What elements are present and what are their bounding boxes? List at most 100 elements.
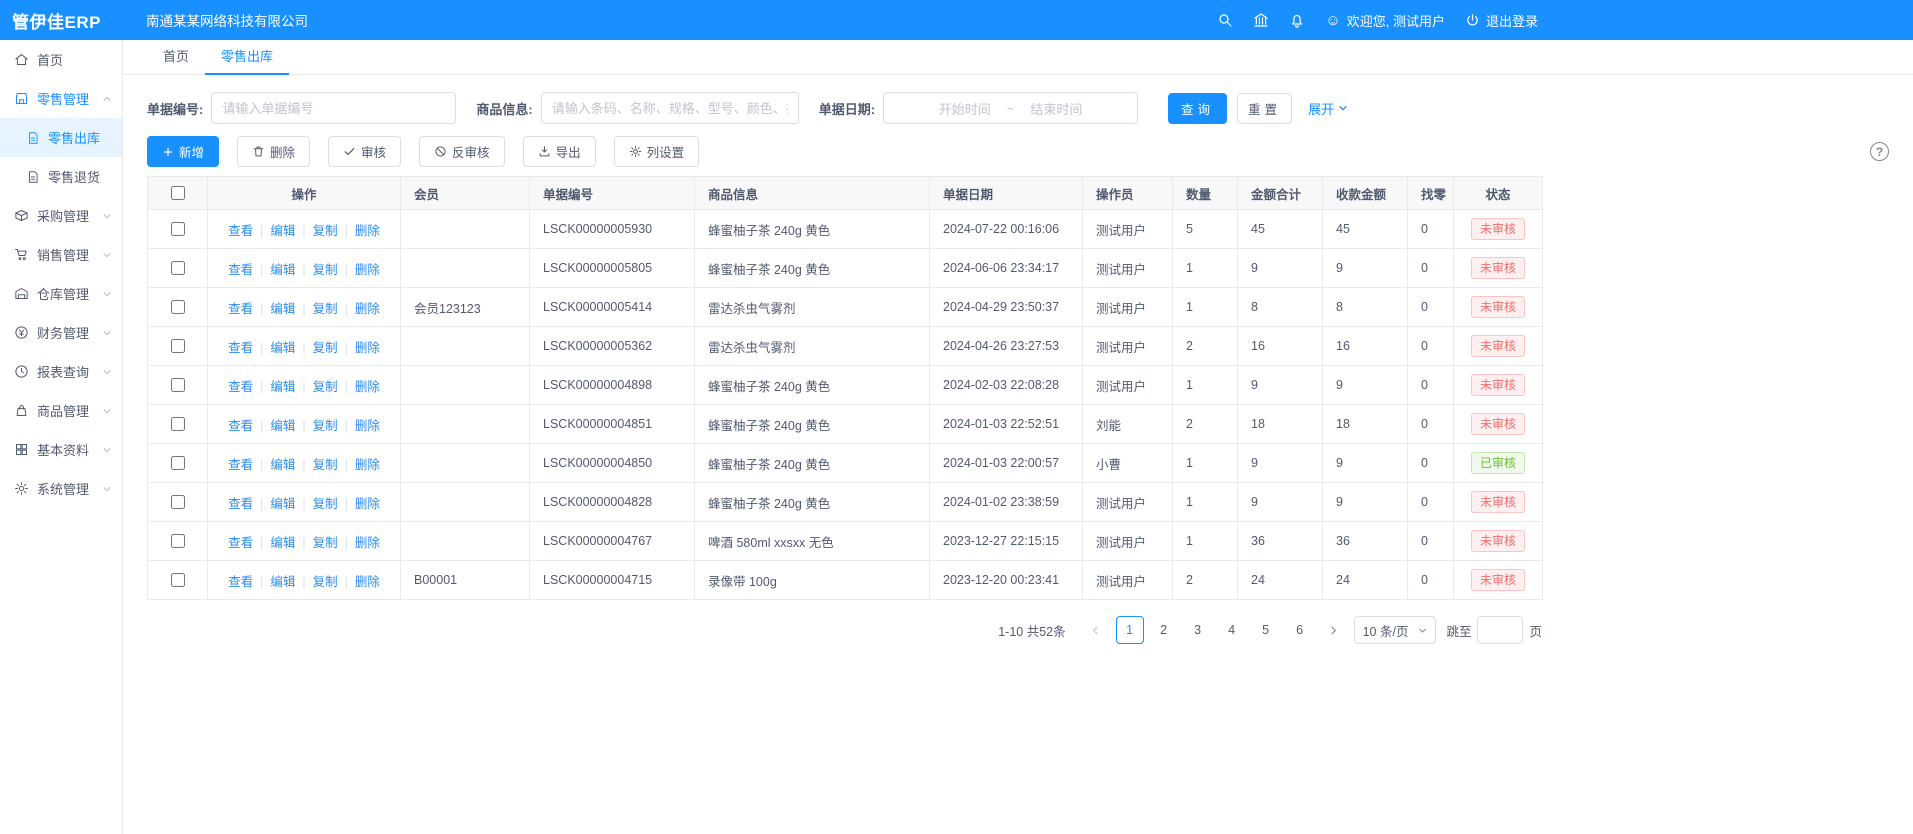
row-action-delete[interactable]: 删除 (355, 458, 380, 472)
row-action-delete[interactable]: 删除 (355, 419, 380, 433)
row-action-delete[interactable]: 删除 (355, 263, 380, 277)
row-action-edit[interactable]: 编辑 (270, 497, 295, 511)
row-checkbox[interactable] (171, 261, 185, 275)
search-icon[interactable] (1217, 12, 1233, 28)
sidebar-item-retail-out[interactable]: 零售出库 (0, 118, 122, 157)
row-action-view[interactable]: 查看 (228, 380, 253, 394)
power-icon (1465, 13, 1480, 28)
row-action-copy[interactable]: 复制 (313, 224, 338, 238)
row-action-edit[interactable]: 编辑 (270, 458, 295, 472)
row-action-edit[interactable]: 编辑 (270, 263, 295, 277)
page-button-4[interactable]: 4 (1218, 616, 1246, 644)
row-checkbox[interactable] (171, 300, 185, 314)
date-range-picker[interactable]: 开始时间 ~ 结束时间 (883, 92, 1138, 124)
row-action-edit[interactable]: 编辑 (270, 536, 295, 550)
row-action-copy[interactable]: 复制 (313, 263, 338, 277)
row-action-view[interactable]: 查看 (228, 263, 253, 277)
row-checkbox[interactable] (171, 222, 185, 236)
sidebar-item-retail-return[interactable]: 零售退货 (0, 157, 122, 196)
bill-no-input[interactable] (211, 92, 456, 124)
sidebar-item-sales[interactable]: 销售管理 (0, 235, 122, 274)
add-button[interactable]: 新增 (147, 136, 219, 167)
sidebar-item-report[interactable]: 报表查询 (0, 352, 122, 391)
row-checkbox[interactable] (171, 534, 185, 548)
product-info-input[interactable] (541, 92, 799, 124)
sidebar-item-finance[interactable]: 财务管理 (0, 313, 122, 352)
column-settings-button[interactable]: 列设置 (614, 136, 700, 167)
page-button-6[interactable]: 6 (1286, 616, 1314, 644)
row-action-edit[interactable]: 编辑 (270, 224, 295, 238)
export-button[interactable]: 导出 (523, 136, 596, 167)
row-action-view[interactable]: 查看 (228, 419, 253, 433)
row-action-edit[interactable]: 编辑 (270, 380, 295, 394)
row-action-view[interactable]: 查看 (228, 575, 253, 589)
row-action-delete[interactable]: 删除 (355, 536, 380, 550)
page-button-1[interactable]: 1 (1116, 616, 1144, 644)
cell-bill-no: LSCK00000004851 (530, 405, 695, 444)
row-checkbox[interactable] (171, 417, 185, 431)
row-action-view[interactable]: 查看 (228, 536, 253, 550)
expand-link[interactable]: 展开 (1308, 99, 1348, 118)
sidebar-item-label: 零售出库 (48, 128, 100, 147)
row-action-view[interactable]: 查看 (228, 302, 253, 316)
sidebar-item-goods[interactable]: 商品管理 (0, 391, 122, 430)
row-action-delete[interactable]: 删除 (355, 341, 380, 355)
row-action-delete[interactable]: 删除 (355, 380, 380, 394)
row-action-copy[interactable]: 复制 (313, 341, 338, 355)
grid-icon (14, 442, 29, 457)
row-checkbox[interactable] (171, 456, 185, 470)
sidebar-item-retail[interactable]: 零售管理 (0, 79, 122, 118)
cell-operator: 测试用户 (1083, 522, 1173, 561)
row-action-view[interactable]: 查看 (228, 341, 253, 355)
row-action-copy[interactable]: 复制 (313, 536, 338, 550)
jump-input[interactable] (1477, 616, 1523, 644)
next-page-button[interactable] (1320, 616, 1348, 644)
row-action-view[interactable]: 查看 (228, 458, 253, 472)
reset-button[interactable]: 重置 (1237, 93, 1292, 124)
search-button[interactable]: 查询 (1168, 93, 1227, 124)
sidebar-item-basic[interactable]: 基本资料 (0, 430, 122, 469)
audit-button[interactable]: 审核 (328, 136, 401, 167)
row-checkbox[interactable] (171, 495, 185, 509)
page-size-select[interactable]: 10 条/页 (1354, 616, 1437, 644)
unaudit-button[interactable]: 反审核 (419, 136, 505, 167)
cell-bill-no: LSCK00000004850 (530, 444, 695, 483)
sidebar-item-purchase[interactable]: 采购管理 (0, 196, 122, 235)
logout-button[interactable]: 退出登录 (1465, 11, 1538, 30)
tab-retail-out[interactable]: 零售出库 (205, 40, 289, 75)
row-action-copy[interactable]: 复制 (313, 302, 338, 316)
bank-icon[interactable] (1253, 12, 1269, 28)
row-checkbox[interactable] (171, 339, 185, 353)
row-action-view[interactable]: 查看 (228, 224, 253, 238)
row-action-copy[interactable]: 复制 (313, 497, 338, 511)
row-action-delete[interactable]: 删除 (355, 575, 380, 589)
row-action-copy[interactable]: 复制 (313, 575, 338, 589)
row-action-copy[interactable]: 复制 (313, 380, 338, 394)
delete-button[interactable]: 删除 (237, 136, 310, 167)
row-action-edit[interactable]: 编辑 (270, 419, 295, 433)
page-button-5[interactable]: 5 (1252, 616, 1280, 644)
sidebar-item-warehouse[interactable]: 仓库管理 (0, 274, 122, 313)
row-action-delete[interactable]: 删除 (355, 302, 380, 316)
tab-home[interactable]: 首页 (147, 40, 205, 75)
sidebar-item-home[interactable]: 首页 (0, 40, 122, 79)
row-action-copy[interactable]: 复制 (313, 419, 338, 433)
select-all-checkbox[interactable] (171, 186, 185, 200)
row-action-edit[interactable]: 编辑 (270, 575, 295, 589)
help-icon[interactable]: ? (1870, 142, 1889, 161)
row-action-delete[interactable]: 删除 (355, 224, 380, 238)
row-action-edit[interactable]: 编辑 (270, 341, 295, 355)
row-checkbox[interactable] (171, 378, 185, 392)
row-action-delete[interactable]: 删除 (355, 497, 380, 511)
bell-icon[interactable] (1289, 12, 1305, 28)
row-action-edit[interactable]: 编辑 (270, 302, 295, 316)
sidebar-item-label: 系统管理 (37, 479, 102, 498)
page-button-3[interactable]: 3 (1184, 616, 1212, 644)
sidebar-item-system[interactable]: 系统管理 (0, 469, 122, 508)
welcome-user[interactable]: ☺ 欢迎您, 测试用户 (1325, 11, 1445, 30)
page-button-2[interactable]: 2 (1150, 616, 1178, 644)
row-checkbox[interactable] (171, 573, 185, 587)
row-action-copy[interactable]: 复制 (313, 458, 338, 472)
row-action-view[interactable]: 查看 (228, 497, 253, 511)
prev-page-button[interactable] (1082, 616, 1110, 644)
